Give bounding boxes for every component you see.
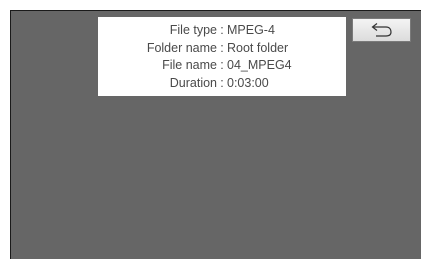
folder-name-label: Folder name xyxy=(146,40,217,55)
file-type-value: MPEG-4 xyxy=(227,23,275,37)
file-name-row: File name : 04_MPEG4 xyxy=(98,57,346,75)
back-button[interactable] xyxy=(352,18,411,42)
return-arrow-icon xyxy=(371,23,392,37)
file-info-panel: File type : MPEG-4 Folder name : Root fo… xyxy=(98,17,346,96)
folder-name-separator: : xyxy=(220,40,224,55)
file-type-separator: : xyxy=(220,23,224,37)
file-name-value: 04_MPEG4 xyxy=(227,58,292,72)
folder-name-row: Folder name : Root folder xyxy=(98,40,346,58)
file-name-separator: : xyxy=(220,58,224,72)
duration-separator: : xyxy=(220,75,224,90)
file-name-label: File name xyxy=(162,58,217,72)
duration-value: 0:03:00 xyxy=(227,75,269,90)
duration-label: Duration xyxy=(169,75,217,90)
file-type-label: File type xyxy=(169,23,217,37)
duration-row: Duration : 0:03:00 xyxy=(98,75,346,93)
file-type-row: File type : MPEG-4 xyxy=(98,22,346,40)
folder-name-value: Root folder xyxy=(227,40,289,55)
